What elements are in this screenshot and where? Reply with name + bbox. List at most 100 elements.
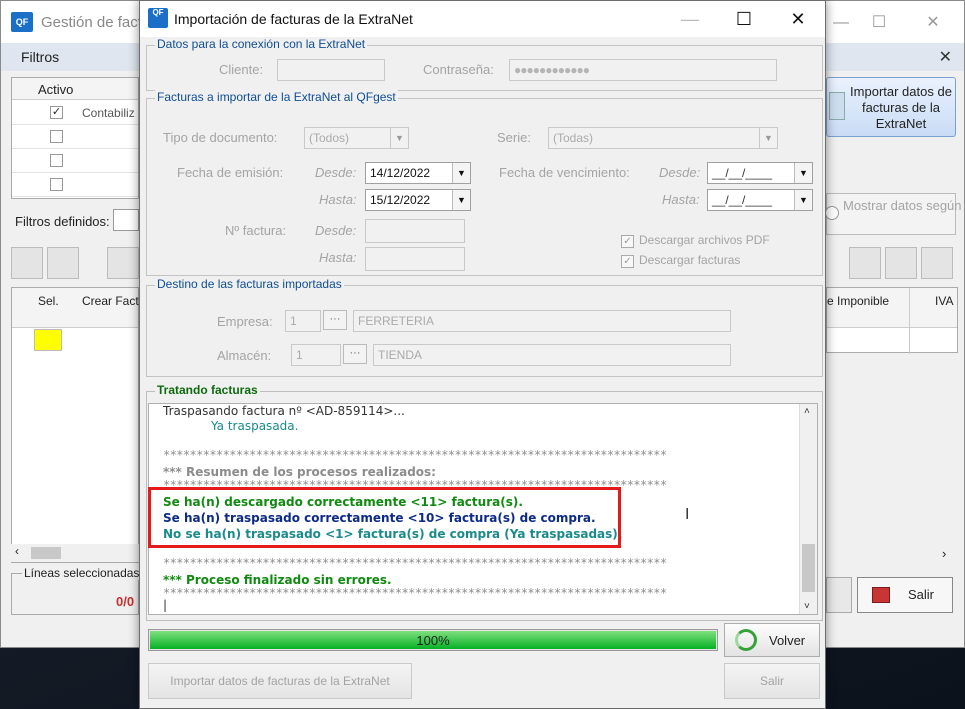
almacen-code-input[interactable]: 1 <box>291 344 341 366</box>
volver-label: Volver <box>769 633 806 648</box>
filter-row[interactable]: ✓ Contabiliz <box>12 101 138 125</box>
bg-cancel-button[interactable] <box>826 577 852 613</box>
toolbar-button[interactable] <box>47 247 79 279</box>
empresa-label: Empresa: <box>217 314 273 329</box>
log-line: Ya traspasada. <box>211 419 299 433</box>
empresa-code-input[interactable]: 1 <box>285 310 321 332</box>
log-caret: | <box>163 598 168 612</box>
scroll-up-icon[interactable]: ˄ <box>804 406 810 417</box>
volver-button[interactable]: Volver <box>724 623 820 657</box>
toolbar-button[interactable] <box>885 247 917 279</box>
tipo-documento-select[interactable]: (Todos) ▼ <box>304 127 409 149</box>
progress-bar: 100% <box>148 629 718 651</box>
password-label: Contraseña: <box>423 62 494 77</box>
col-base-imponible[interactable]: e Imponible <box>827 294 889 308</box>
dialog-maximize-button[interactable]: ☐ <box>724 5 764 33</box>
dialog-close-button[interactable]: ✕ <box>778 5 818 33</box>
col-activo: Activo <box>38 82 74 97</box>
dropdown-arrow-icon[interactable]: ▼ <box>794 190 812 210</box>
toolbar-button[interactable] <box>921 247 953 279</box>
password-input[interactable]: ●●●●●●●●●●●● <box>509 59 777 81</box>
toolbar-button[interactable] <box>849 247 881 279</box>
menu-filtros[interactable]: Filtros <box>21 49 59 65</box>
text-cursor-icon: I <box>685 506 690 523</box>
salir-button[interactable]: Salir <box>724 663 820 699</box>
dropdown-arrow-icon[interactable]: ▼ <box>390 128 408 148</box>
scroll-down-icon[interactable]: ˅ <box>804 601 810 612</box>
bg-salir-label: Salir <box>908 587 935 602</box>
lineas-seleccionadas-group: Líneas seleccionadas 0/0 <box>11 566 142 615</box>
selected-cell[interactable] <box>34 329 62 351</box>
col-crear-factura[interactable]: Crear Fact <box>82 294 139 308</box>
descargar-facturas-checkbox[interactable]: ✓ <box>621 255 634 268</box>
filter-active-checkbox[interactable] <box>50 130 63 143</box>
cliente-input[interactable] <box>277 59 385 81</box>
bg-close-button[interactable]: ✕ <box>913 9 953 37</box>
scroll-right-icon[interactable]: › <box>942 546 946 561</box>
conexion-group: Datos para la conexión con la ExtraNet C… <box>146 37 823 91</box>
mostrar-datos-label: Mostrar datos según filtros <box>843 198 965 213</box>
dropdown-arrow-icon[interactable]: ▼ <box>452 190 470 210</box>
facturas-group-title: Facturas a importar de la ExtraNet al QF… <box>155 90 398 104</box>
dialog-minimize-button[interactable]: — <box>670 5 710 33</box>
bg-minimize-button[interactable]: — <box>821 9 861 37</box>
vencimiento-hasta-date[interactable]: __/__/____ ▼ <box>707 189 813 211</box>
nfactura-label: Nº factura: <box>225 223 287 238</box>
filter-row[interactable] <box>12 173 138 197</box>
filter-active-checkbox[interactable] <box>50 178 63 191</box>
column-separator <box>909 288 910 354</box>
toolbar-button[interactable] <box>107 247 139 279</box>
vscroll-thumb[interactable] <box>802 544 815 592</box>
bg-window-title: Gestión de factu <box>41 14 151 31</box>
filter-grid-header: Activo <box>12 78 138 100</box>
nfactura-hasta-input[interactable] <box>365 247 465 271</box>
tipo-documento-value: (Todos) <box>309 131 350 145</box>
toolbar-button[interactable] <box>11 247 43 279</box>
menubar-close-icon[interactable]: ✕ <box>939 47 952 67</box>
bg-salir-button[interactable]: Salir <box>857 577 953 613</box>
filter-active-checkbox[interactable] <box>50 154 63 167</box>
empresa-search-button[interactable]: ··· <box>323 310 347 330</box>
filter-active-checkbox[interactable]: ✓ <box>50 106 63 119</box>
filtros-definidos-label: Filtros definidos: <box>15 214 110 229</box>
log-vscroll[interactable]: ˄ ˅ <box>799 404 817 614</box>
scroll-left-icon[interactable]: ‹ <box>15 544 19 558</box>
conexion-group-title: Datos para la conexión con la ExtraNet <box>155 37 368 51</box>
bg-maximize-button[interactable]: ☐ <box>859 9 899 37</box>
dialog-titlebar: QF Importación de facturas de la ExtraNe… <box>140 1 825 37</box>
col-sel[interactable]: Sel. <box>38 294 59 308</box>
emision-desde-date[interactable]: 14/12/2022 ▼ <box>365 162 471 184</box>
filter-row[interactable] <box>12 125 138 149</box>
cliente-label: Cliente: <box>219 62 264 77</box>
emision-desde-value: 14/12/2022 <box>370 166 431 180</box>
nfactura-desde-input[interactable] <box>365 219 465 243</box>
hscroll-thumb[interactable] <box>31 547 61 559</box>
nfactura-hasta-label: Hasta: <box>319 250 357 265</box>
fecha-emision-label: Fecha de emisión: <box>177 165 284 180</box>
descargar-pdf-checkbox[interactable]: ✓ <box>621 235 634 248</box>
highlight-box <box>148 487 621 548</box>
dropdown-arrow-icon[interactable]: ▼ <box>794 163 812 183</box>
filter-row[interactable] <box>12 149 138 173</box>
vencimiento-hasta-label: Hasta: <box>662 192 700 207</box>
filtros-definidos-input[interactable] <box>113 209 139 231</box>
almacen-search-button[interactable]: ··· <box>343 344 367 364</box>
vencimiento-hasta-value: __/__/____ <box>712 193 773 207</box>
importar-extranet-button[interactable]: Importar datos de facturas de la ExtraNe… <box>826 77 956 137</box>
vencimiento-desde-date[interactable]: __/__/____ ▼ <box>707 162 813 184</box>
facturas-group: Facturas a importar de la ExtraNet al QF… <box>146 90 823 276</box>
import-document-icon <box>829 92 845 120</box>
col-iva[interactable]: IVA <box>935 294 953 308</box>
vencimiento-desde-value: __/__/____ <box>712 166 773 180</box>
importar-datos-button[interactable]: Importar datos de facturas de la ExtraNe… <box>148 663 412 699</box>
dropdown-arrow-icon[interactable]: ▼ <box>452 163 470 183</box>
log-separator: ****************************************… <box>163 448 667 462</box>
dropdown-arrow-icon[interactable]: ▼ <box>759 128 777 148</box>
mostrar-datos-button[interactable]: Mostrar datos según filtros <box>825 193 965 235</box>
invoices-grid-right: e Imponible IVA <box>826 287 958 354</box>
invoices-hscroll[interactable]: ‹ <box>11 544 139 562</box>
app-logo-icon: QF <box>11 12 33 32</box>
empresa-name-field: FERRETERIA <box>353 310 731 332</box>
emision-hasta-date[interactable]: 15/12/2022 ▼ <box>365 189 471 211</box>
serie-select[interactable]: (Todas) ▼ <box>548 127 778 149</box>
